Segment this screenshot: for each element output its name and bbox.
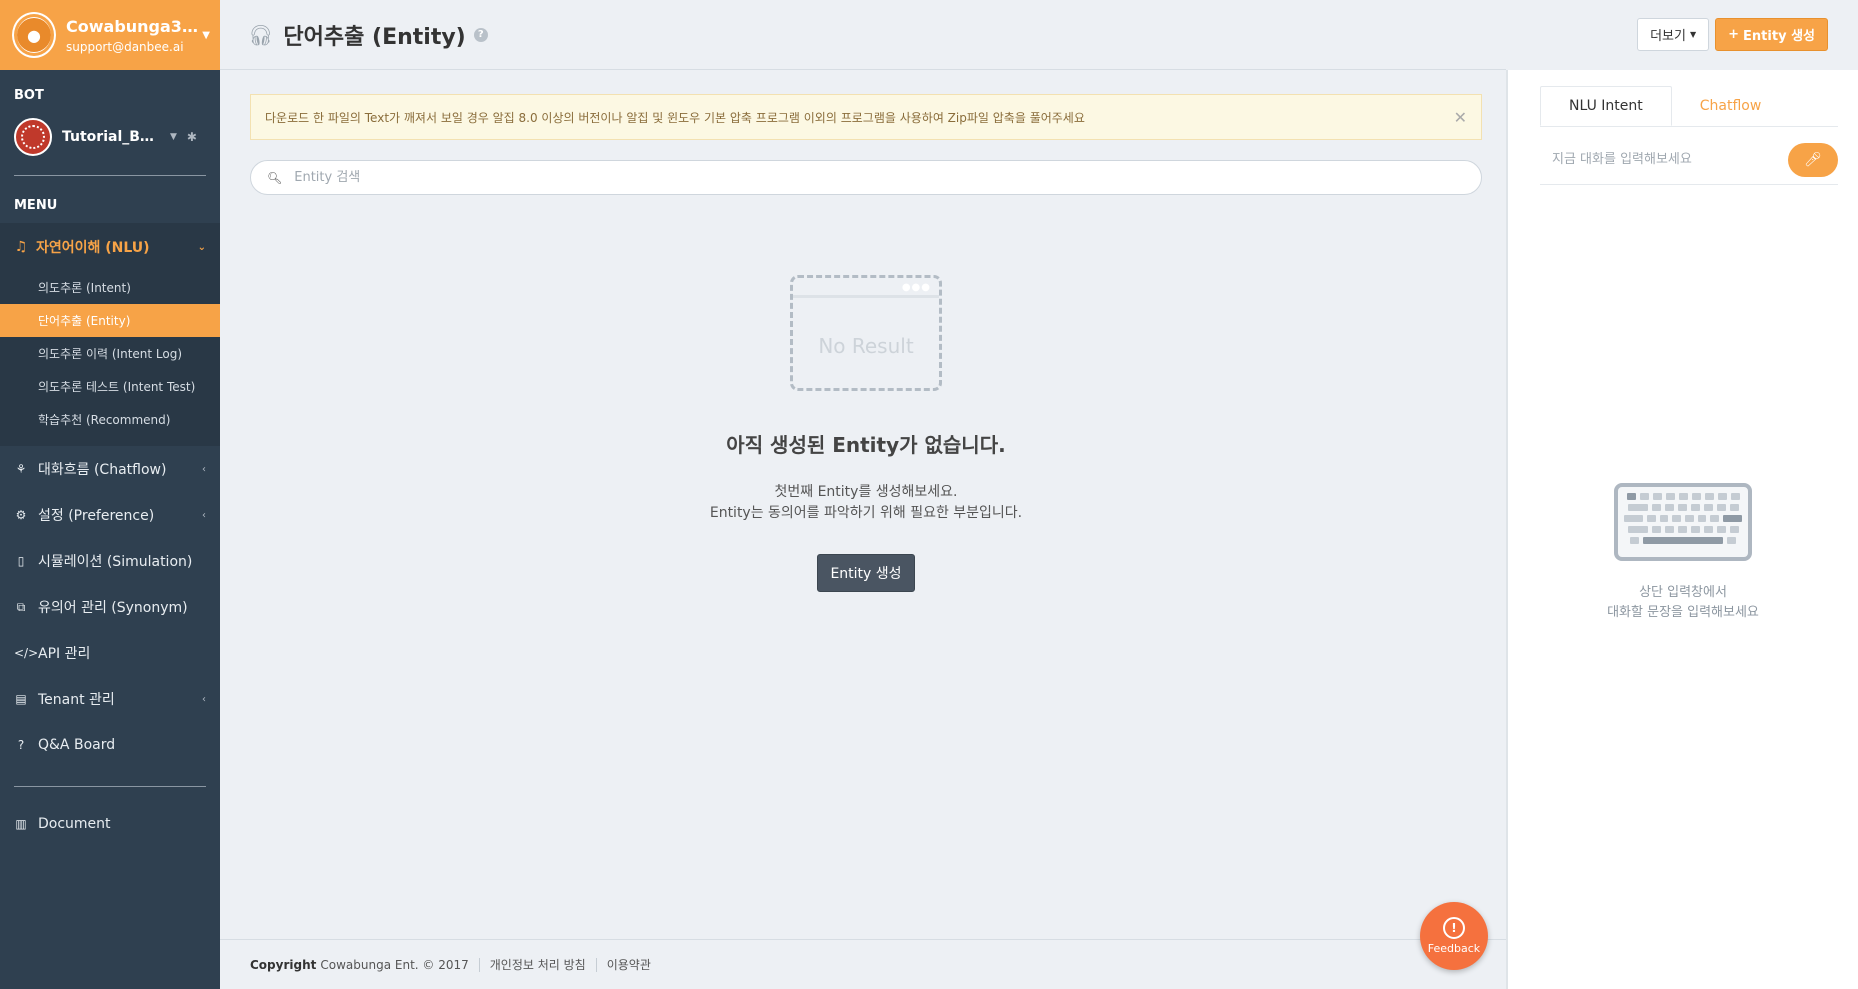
sub-item-intent-log[interactable]: 의도추론 이력 (Intent Log) [0,337,220,370]
nav-item-label: 설정 (Preference) [38,508,155,524]
sub-item-recommend[interactable]: 학습추천 (Recommend) [0,403,220,436]
menu-section-label: MENU [14,198,58,213]
cogs-icon: ⚙ [15,508,27,522]
mobile-icon: ▯ [17,554,25,568]
chevron-left-icon: ‹ [202,509,206,521]
empty-description-line: 첫번째 Entity를 생성해보세요. [774,484,958,500]
user-profile[interactable]: ● Cowabunga30... support@danbee.ai ▼ [0,0,220,70]
bot-section-label: BOT [14,88,44,103]
nav-item-nlu[interactable]: ♫ 자연어이해 (NLU) ⌄ [0,223,220,271]
terms-link[interactable]: 이용약관 [607,956,651,973]
caret-down-icon[interactable]: ▼ [202,30,210,41]
nav-item-label: Tenant 관리 [38,692,115,708]
page-title: 단어추출 (Entity) [283,24,466,50]
no-result-text: No Result [818,334,914,358]
keyboard-hint-line: 대화할 문장을 입력해보세요 [1607,605,1759,620]
bot-name: Tutorial_Basi... [62,129,162,145]
sub-item-intent[interactable]: 의도추론 (Intent) [0,271,220,304]
plus-icon: + [1728,27,1740,42]
footer: Copyright Cowabunga Ent. © 2017 개인정보 처리 … [220,939,1506,989]
sub-item-intent-test[interactable]: 의도추론 테스트 (Intent Test) [0,370,220,403]
main-content: 🎧︎ 단어추출 (Entity) ? 다운로드 한 파일의 Text가 깨져서 … [220,0,1506,989]
more-button-label: 더보기 [1650,29,1686,44]
privacy-policy-link[interactable]: 개인정보 처리 방침 [490,956,586,973]
bot-avatar [14,118,52,156]
close-icon[interactable]: ✕ [1454,108,1467,127]
keyboard-icon [1614,483,1752,561]
nav-item-synonym[interactable]: ⧉ 유의어 관리 (Synonym) [0,584,220,630]
window-dots-icon: ●●● [901,282,931,293]
book-icon: ▥ [15,817,27,831]
empty-state: ●●● No Result 아직 생성된 Entity가 없습니다. 첫번째 E… [250,275,1482,592]
headphones-icon: ♫ [14,239,28,255]
gear-icon[interactable]: ✱ [187,130,197,144]
keyboard-hint: 상단 입력창에서 대화할 문장을 입력해보세요 [1508,583,1858,623]
caret-down-icon[interactable]: ▼ [170,132,177,142]
divider [14,786,206,787]
feedback-button[interactable]: ! Feedback [1420,902,1488,970]
bot-selector[interactable]: Tutorial_Basi... ▼ ✱ [0,113,220,161]
entity-search-box: 🔍︎ [250,160,1482,195]
nav-item-api[interactable]: </> API 관리 [0,630,220,676]
keyboard-placeholder: 상단 입력창에서 대화할 문장을 입력해보세요 [1508,483,1858,623]
copyright-text: Cowabunga Ent. © 2017 [320,957,469,972]
feedback-label: Feedback [1427,942,1481,955]
tab-nlu-intent[interactable]: NLU Intent [1540,86,1672,126]
building-icon: ▤ [15,692,27,706]
nav-item-label: API 관리 [38,646,91,662]
entity-create-label: Entity 생성 [1743,29,1815,44]
nav-group-nlu: ♫ 자연어이해 (NLU) ⌄ 의도추론 (Intent) 단어추출 (Enti… [0,223,220,446]
help-icon[interactable]: ? [473,27,488,42]
code-icon: </> [14,646,39,660]
caret-down-icon: ▼ [1689,30,1697,39]
cowabunga-logo-icon: ● [17,18,51,52]
keyboard-hint-line: 상단 입력창에서 [1639,585,1727,600]
chevron-left-icon: ‹ [202,693,206,705]
copyright-label: Copyright [250,957,317,972]
sidebar: ● Cowabunga30... support@danbee.ai ▼ BOT… [0,0,220,989]
user-name: Cowabunga30... [66,16,206,36]
user-avatar: ● [14,14,54,56]
empty-description-line: Entity는 동의어를 파악하기 위해 필요한 부분입니다. [709,505,1023,521]
microphone-icon[interactable]: 🎤︎ [1788,142,1838,177]
nav-item-label: Q&A Board [38,737,116,753]
chevron-left-icon: ‹ [202,463,206,475]
empty-description: 첫번째 Entity를 생성해보세요. Entity는 동의어를 파악하기 위해… [250,482,1482,524]
nav-item-simulation[interactable]: ▯ 시뮬레이션 (Simulation) [0,538,220,584]
nav-item-label: 시뮬레이션 (Simulation) [38,554,193,570]
no-result-image: ●●● No Result [790,275,942,391]
nav-item-document[interactable]: ▥ Document [0,801,220,847]
clone-icon: ⧉ [16,599,26,614]
headphones-icon: 🎧︎ [248,22,274,47]
search-icon: 🔍︎ [267,170,283,185]
create-entity-button[interactable]: Entity 생성 [817,554,915,592]
nav-item-chatflow[interactable]: ⚘ 대화흐름 (Chatflow) ‹ [0,446,220,492]
empty-title: 아직 생성된 Entity가 없습니다. [726,433,1006,457]
test-panel: NLU Intent Chatflow 🎤︎ 상단 입력창에서 대화할 문장을 … [1508,70,1858,989]
nav-item-label: Document [38,816,111,832]
more-button[interactable]: 더보기 ▼ [1637,18,1710,51]
sub-item-entity[interactable]: 단어추출 (Entity) [0,304,220,337]
page-header: 🎧︎ 단어추출 (Entity) ? [220,0,1506,70]
chat-input[interactable] [1552,152,1788,167]
exclamation-icon: ! [1443,917,1465,939]
test-panel-tabs: NLU Intent Chatflow [1540,86,1838,127]
entity-search-input[interactable] [294,170,1465,185]
user-email: support@danbee.ai [66,39,184,54]
chevron-down-icon: ⌄ [197,241,206,253]
warning-alert: 다운로드 한 파일의 Text가 깨져서 보일 경우 알집 8.0 이상의 버전… [250,94,1482,140]
header-actions: 더보기 ▼ + Entity 생성 [1637,18,1828,51]
nav-item-tenant[interactable]: ▤ Tenant 관리 ‹ [0,676,220,722]
chat-input-row: 🎤︎ [1540,135,1838,185]
nav-item-qa-board[interactable]: ? Q&A Board [0,722,220,768]
question-circle-icon: ? [17,738,25,752]
alert-text: 다운로드 한 파일의 Text가 깨져서 보일 경우 알집 8.0 이상의 버전… [265,110,1085,125]
tab-chatflow[interactable]: Chatflow [1672,86,1790,126]
chatflow-icon: ⚘ [15,462,27,476]
entity-create-button[interactable]: + Entity 생성 [1715,18,1828,51]
nav-item-preference[interactable]: ⚙ 설정 (Preference) ‹ [0,492,220,538]
nav-item-label: 대화흐름 (Chatflow) [38,462,167,478]
nav-item-label: 자연어이해 (NLU) [36,240,150,256]
nav-item-label: 유의어 관리 (Synonym) [38,600,188,616]
